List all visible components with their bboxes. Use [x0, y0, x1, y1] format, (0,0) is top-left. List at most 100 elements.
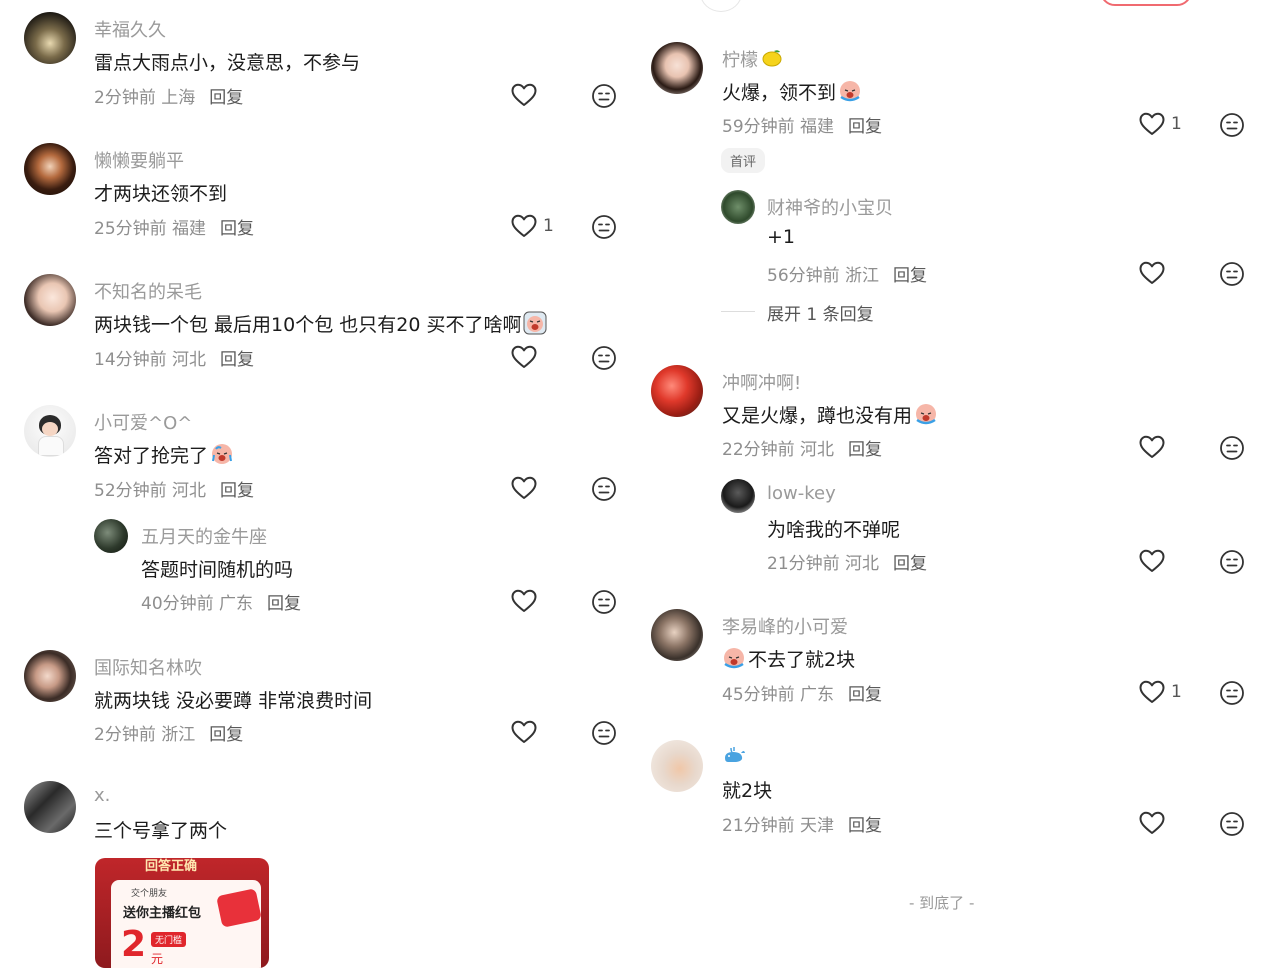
like-button[interactable] [1139, 811, 1165, 835]
heart-icon [1139, 680, 1165, 703]
avatar[interactable] [651, 740, 703, 792]
reply-button[interactable]: 回复 [848, 117, 882, 137]
comment-username[interactable]: 不知名的呆毛 [94, 278, 202, 304]
comment-meta: 21分钟前 天津 回复 [722, 811, 882, 836]
comment-username[interactable]: x. [94, 785, 110, 806]
emoji-react-icon[interactable] [1219, 435, 1245, 461]
reply-button[interactable]: 回复 [893, 266, 927, 286]
like-button[interactable] [511, 720, 537, 744]
like-button[interactable] [1139, 261, 1165, 285]
reply-button[interactable]: 回复 [893, 554, 927, 574]
comment-username[interactable]: 冲啊冲啊! [722, 369, 801, 395]
top-button-fragment[interactable] [1100, 0, 1192, 6]
like-button[interactable] [1139, 549, 1165, 573]
emoji-react-icon[interactable] [1219, 811, 1245, 837]
avatar[interactable] [721, 190, 755, 224]
comment-username[interactable]: 小可爱^O^ [94, 409, 192, 435]
reply-button[interactable]: 回复 [220, 350, 254, 370]
crying-emoji-icon [916, 404, 937, 425]
emoji-react-icon[interactable] [591, 214, 617, 240]
reply-button[interactable]: 回复 [220, 219, 254, 239]
avatar[interactable] [24, 12, 76, 64]
reply-location: 浙江 [845, 266, 880, 286]
heart-icon [511, 476, 537, 499]
reply-meta: 56分钟前 浙江 回复 [767, 261, 927, 286]
reply-button[interactable]: 回复 [848, 816, 882, 836]
avatar[interactable] [651, 42, 703, 94]
like-button[interactable] [511, 345, 537, 369]
emoji-react-icon[interactable] [591, 476, 617, 502]
reply-username[interactable]: 五月天的金牛座 [141, 523, 267, 549]
comment-text-body: 不去了就2块 [748, 649, 856, 671]
comment-meta: 2分钟前 浙江 回复 [94, 720, 243, 745]
heart-icon [1139, 811, 1165, 834]
comment-username[interactable]: 懒懒要躺平 [94, 147, 184, 173]
reply-button[interactable]: 回复 [267, 594, 301, 614]
avatar[interactable] [651, 365, 703, 417]
like-button[interactable]: 1 [511, 214, 554, 238]
like-button[interactable] [1139, 435, 1165, 459]
comment-username[interactable]: 柠檬 [722, 46, 784, 72]
crying-emoji-icon [212, 444, 233, 464]
emoji-react-icon[interactable] [1219, 112, 1245, 138]
reply-username[interactable]: low-key [767, 483, 836, 504]
emoji-react-icon[interactable] [591, 83, 617, 109]
comment-time: 25分钟前 [94, 219, 167, 239]
avatar[interactable] [94, 519, 128, 553]
emoji-react-icon[interactable] [591, 720, 617, 746]
comment-username[interactable]: 国际知名林吹 [94, 654, 202, 680]
emoji-react-icon[interactable] [1219, 261, 1245, 287]
avatar[interactable] [24, 143, 76, 195]
like-button[interactable]: 1 [1139, 112, 1182, 136]
like-count: 1 [1171, 114, 1182, 134]
reply-time: 56分钟前 [767, 266, 840, 286]
reply-username[interactable]: 财神爷的小宝贝 [767, 194, 893, 220]
comment-text: 又是火爆，蹲也没有用 [722, 401, 938, 428]
comment-time: 14分钟前 [94, 350, 167, 370]
reply-button[interactable]: 回复 [209, 725, 243, 745]
comment-text-body: 两块钱一个包 最后用10个包 也只有20 买不了啥啊 [94, 314, 522, 336]
comment-time: 22分钟前 [722, 440, 795, 460]
heart-icon [511, 214, 537, 237]
card-amount: 2 [121, 924, 147, 965]
avatar[interactable] [651, 609, 703, 661]
emoji-react-icon[interactable] [1219, 549, 1245, 575]
card-tag: 交个朋友 [131, 889, 168, 899]
comment-image-red-packet[interactable]: 回答正确 交个朋友 送你主播红包 2 无门槛 元 [95, 858, 269, 968]
comment-username[interactable]: 李易峰的小可爱 [722, 613, 848, 639]
card-title: 送你主播红包 [123, 906, 202, 921]
comment-meta: 45分钟前 广东 回复 [722, 680, 882, 705]
avatar[interactable] [24, 781, 76, 833]
like-button[interactable] [511, 83, 537, 107]
like-button[interactable] [511, 476, 537, 500]
emoji-react-icon[interactable] [1219, 680, 1245, 706]
comment-text: 答对了抢完了 [94, 441, 234, 468]
reply-button[interactable]: 回复 [848, 440, 882, 460]
card-inner: 交个朋友 送你主播红包 2 无门槛 元 [111, 880, 262, 968]
emoji-react-icon[interactable] [591, 589, 617, 615]
avatar[interactable] [24, 274, 76, 326]
comment-username[interactable]: 幸福久久 [94, 16, 166, 42]
like-button[interactable] [511, 589, 537, 613]
comment-text: 就2块 [722, 780, 773, 802]
comment-location: 福建 [800, 117, 835, 137]
comment-username[interactable] [722, 744, 746, 769]
like-button[interactable]: 1 [1139, 680, 1182, 704]
comment-meta: 2分钟前 上海 回复 [94, 83, 243, 108]
comment-location: 广东 [800, 685, 835, 705]
avatar-figure-body [38, 436, 64, 456]
red-envelope-icon [216, 888, 262, 928]
emoji-react-icon[interactable] [591, 345, 617, 371]
avatar[interactable] [721, 479, 755, 513]
avatar[interactable] [24, 405, 76, 457]
crying-emoji-icon [724, 648, 744, 669]
reply-button[interactable]: 回复 [848, 685, 882, 705]
reply-button[interactable]: 回复 [209, 88, 243, 108]
expand-replies-button[interactable]: 展开 1 条回复 [767, 300, 874, 325]
comment-location: 天津 [800, 816, 835, 836]
avatar[interactable] [24, 650, 76, 702]
heart-icon [511, 589, 537, 612]
reply-text: 答题时间随机的吗 [141, 559, 294, 581]
comment-time: 59分钟前 [722, 117, 795, 137]
reply-button[interactable]: 回复 [220, 481, 254, 501]
